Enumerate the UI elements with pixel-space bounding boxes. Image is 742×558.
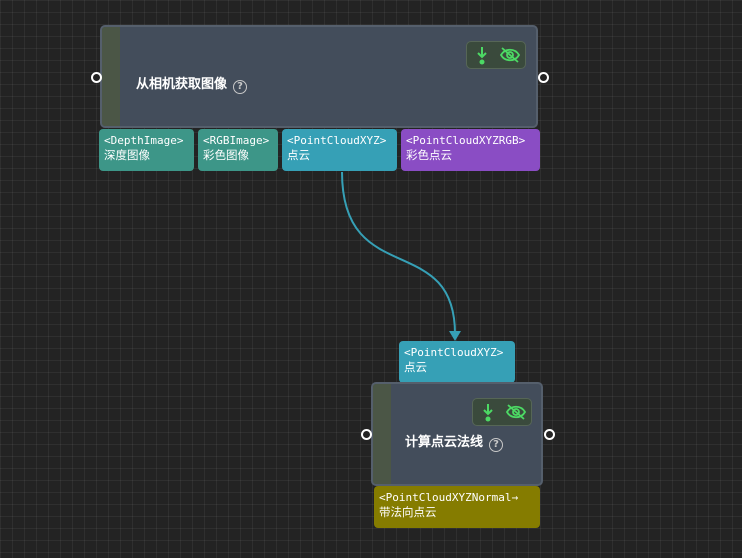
port-label: 点云: [287, 148, 310, 162]
node-status-strip: [373, 384, 391, 484]
node-camera[interactable]: 从相机获取图像?: [100, 25, 538, 128]
output-port-depth-image[interactable]: <DepthImage> 深度图像: [99, 129, 194, 171]
node-normals-input-port[interactable]: [361, 429, 372, 440]
node-camera-output-port[interactable]: [538, 72, 549, 83]
help-icon[interactable]: ?: [233, 80, 248, 94]
port-type: <PointCloudXYZNormal→: [379, 491, 519, 504]
port-label: 点云: [404, 360, 427, 374]
node-normals-output-port[interactable]: [544, 429, 555, 440]
port-type: <PointCloudXYZRGB>: [406, 134, 526, 147]
node-title-text: 从相机获取图像: [136, 77, 228, 92]
node-camera-input-port[interactable]: [91, 72, 102, 83]
port-type: <DepthImage>: [104, 134, 184, 147]
port-type: <PointCloudXYZ>: [287, 134, 387, 147]
port-label: 深度图像: [104, 148, 150, 162]
port-label: 彩色图像: [203, 148, 249, 162]
edge-path[interactable]: [341, 171, 456, 335]
node-controls: [466, 41, 526, 69]
node-normals[interactable]: 计算点云法线?: [371, 382, 543, 486]
output-port-pointcloud-normal[interactable]: <PointCloudXYZNormal→ 带法向点云: [374, 486, 540, 528]
output-port-rgb-image[interactable]: <RGBImage> 彩色图像: [198, 129, 278, 171]
node-title: 计算点云法线?: [405, 431, 504, 452]
graph-canvas[interactable]: 从相机获取图像? <DepthImage> 深度图像 <RGBImage> 彩色…: [0, 0, 742, 558]
port-type: <RGBImage>: [203, 134, 270, 147]
node-controls: [472, 398, 532, 426]
download-arrow-icon[interactable]: [475, 45, 489, 65]
port-label: 彩色点云: [406, 148, 452, 162]
node-title-text: 计算点云法线: [405, 435, 484, 450]
edge-arrow-icon: [449, 331, 461, 341]
input-port-pointcloud[interactable]: <PointCloudXYZ> 点云: [399, 341, 515, 383]
help-icon[interactable]: ?: [489, 438, 504, 452]
port-type: <PointCloudXYZ>: [404, 346, 504, 359]
output-port-pointcloud[interactable]: <PointCloudXYZ> 点云: [282, 129, 397, 171]
download-arrow-icon[interactable]: [481, 402, 495, 422]
eye-off-icon[interactable]: [505, 403, 527, 421]
node-title: 从相机获取图像?: [136, 73, 248, 94]
eye-off-icon[interactable]: [499, 46, 521, 64]
port-label: 带法向点云: [379, 505, 437, 519]
output-port-pointcloud-rgb[interactable]: <PointCloudXYZRGB> 彩色点云: [401, 129, 540, 171]
node-status-strip: [102, 27, 120, 126]
